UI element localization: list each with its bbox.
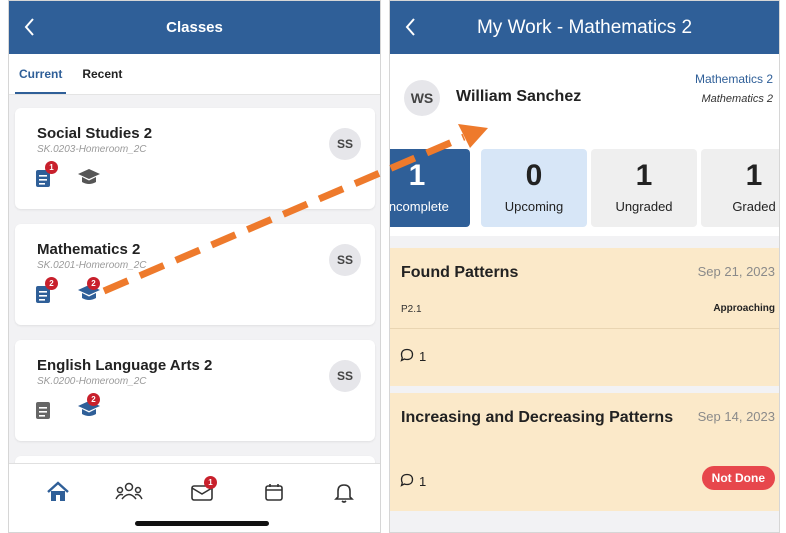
- page-title: My Work - Mathematics 2: [476, 16, 693, 38]
- assignment-date: Sep 14, 2023: [694, 409, 775, 424]
- avatar: WS: [404, 80, 440, 116]
- comments-button[interactable]: 1: [400, 473, 426, 490]
- stat-graded[interactable]: 1 Graded: [701, 149, 779, 227]
- stat-label: Graded: [732, 199, 776, 214]
- class-card-social-studies[interactable]: Social Studies 2 SK.0203-Homeroom_2C SS …: [15, 108, 375, 209]
- home-indicator: [135, 521, 269, 526]
- assignment-card[interactable]: Increasing and Decreasing Patterns Sep 1…: [390, 393, 779, 511]
- notification-badge: 1: [204, 476, 217, 489]
- work-stats: 1 Incomplete 0 Upcoming 1 Ungraded 1 Gra…: [390, 140, 779, 236]
- assignment-title: Found Patterns: [401, 264, 519, 281]
- home-icon[interactable]: [43, 478, 73, 506]
- stat-count: 1: [408, 159, 426, 192]
- stat-upcoming[interactable]: 0 Upcoming: [481, 149, 587, 227]
- stat-count: 1: [635, 159, 653, 192]
- assignments-icon[interactable]: 2: [35, 277, 61, 304]
- messages-icon[interactable]: 1: [187, 476, 217, 506]
- page-title: Classes: [166, 19, 223, 36]
- classes-header: Classes: [9, 1, 380, 54]
- back-icon[interactable]: [400, 13, 422, 41]
- bell-icon[interactable]: [329, 478, 359, 506]
- notification-badge: 2: [45, 277, 58, 290]
- student-name: William Sanchez: [456, 88, 582, 105]
- teacher-avatar: SS: [329, 360, 361, 392]
- notification-badge: 2: [87, 393, 100, 406]
- comments-button[interactable]: 1: [400, 348, 426, 365]
- my-work-header: My Work - Mathematics 2: [390, 1, 779, 54]
- class-code: SK.0203-Homeroom_2C: [37, 144, 147, 155]
- stat-label: Ungraded: [615, 199, 673, 214]
- assignment-title: Increasing and Decreasing Patterns: [401, 409, 674, 426]
- tab-recent[interactable]: Recent: [72, 54, 132, 94]
- stat-label: Upcoming: [504, 199, 564, 214]
- graduation-cap-icon[interactable]: [77, 166, 103, 188]
- assignments-icon[interactable]: 1: [35, 161, 61, 188]
- class-name: English Language Arts 2: [37, 357, 213, 374]
- assignment-code: P2.1: [401, 304, 422, 315]
- graduation-cap-icon[interactable]: 2: [77, 277, 103, 304]
- comment-count: 1: [419, 474, 427, 489]
- divider: [390, 328, 779, 329]
- stat-count: 0: [525, 159, 543, 192]
- tab-current[interactable]: Current: [9, 54, 72, 94]
- graduation-cap-icon[interactable]: 2: [77, 393, 103, 420]
- class-code: SK.0200-Homeroom_2C: [37, 376, 147, 387]
- comment-icon: [400, 473, 414, 490]
- class-tabs: Current Recent: [9, 54, 380, 95]
- assignment-card[interactable]: Found Patterns Sep 21, 2023 P2.1 Approac…: [390, 248, 779, 386]
- stat-incomplete[interactable]: 1 Incomplete: [389, 149, 470, 227]
- comment-icon: [400, 348, 414, 365]
- class-name: Social Studies 2: [37, 125, 153, 142]
- subject-subtitle: Mathematics 2: [701, 93, 773, 105]
- student-header: WS William Sanchez Mathematics 2 Mathema…: [390, 54, 779, 140]
- classes-screen: Classes Current Recent Social Studies 2 …: [8, 0, 381, 533]
- notification-badge: 2: [87, 277, 100, 290]
- stat-label: Incomplete: [389, 199, 449, 214]
- bottom-nav: 1: [9, 463, 380, 532]
- my-work-screen: My Work - Mathematics 2 WS William Sanch…: [389, 0, 780, 533]
- calendar-icon[interactable]: [259, 478, 289, 506]
- back-icon[interactable]: [19, 13, 41, 41]
- teacher-avatar: SS: [329, 128, 361, 160]
- assignment-level: Approaching: [713, 303, 775, 314]
- teacher-avatar: SS: [329, 244, 361, 276]
- notification-badge: 1: [45, 161, 58, 174]
- people-icon[interactable]: [114, 478, 144, 506]
- class-card-english[interactable]: English Language Arts 2 SK.0200-Homeroom…: [15, 340, 375, 441]
- class-card-mathematics[interactable]: Mathematics 2 SK.0201-Homeroom_2C SS 2 2: [15, 224, 375, 325]
- assignment-date: Sep 21, 2023: [697, 264, 775, 279]
- stat-ungraded[interactable]: 1 Ungraded: [591, 149, 697, 227]
- subject-link[interactable]: Mathematics 2: [695, 72, 773, 86]
- comment-count: 1: [419, 349, 427, 364]
- stat-count: 1: [745, 159, 763, 192]
- status-badge[interactable]: Not Done: [701, 466, 775, 490]
- class-code: SK.0201-Homeroom_2C: [37, 260, 147, 271]
- assignments-icon[interactable]: [35, 398, 61, 420]
- class-name: Mathematics 2: [37, 241, 141, 258]
